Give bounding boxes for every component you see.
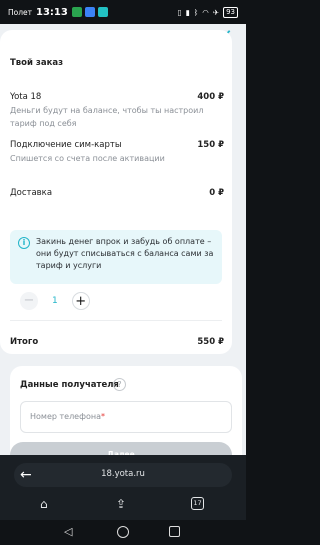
required-mark: * <box>100 412 105 421</box>
order-item: Yota 18 400 ₽ Деньги будут на балансе, ч… <box>10 92 224 130</box>
item-price: 150 ₽ <box>197 140 224 150</box>
quantity-stepper: − 1 + <box>20 292 90 310</box>
info-banner: i Закинь денег впрок и забудь об оплате … <box>10 230 222 284</box>
status-bar: Полет 13:13 ▯ ▮ ᛒ ◠ ✈ 93 <box>0 0 246 24</box>
total-row: Итого 550 ₽ <box>10 337 224 347</box>
status-icons: ▯ ▮ ᛒ ◠ ✈ 93 <box>177 6 238 18</box>
notification-icon <box>84 7 95 17</box>
sim-icon: ▯ <box>177 7 182 17</box>
item-name: Подключение сим-карты <box>10 140 122 150</box>
item-price: 0 ₽ <box>209 188 224 198</box>
notification-icon <box>97 7 108 17</box>
divider <box>10 320 222 321</box>
item-desc: Спишется со счета после активации <box>10 154 165 163</box>
tabs-count[interactable]: 17 <box>191 497 204 510</box>
system-nav-bar: ◁ <box>0 520 246 545</box>
order-title: Твой заказ <box>10 58 64 68</box>
web-content: ✕ Твой заказ Yota 18 400 ₽ Деньги будут … <box>0 24 246 455</box>
item-price: 400 ₽ <box>197 92 224 102</box>
total-value: 550 ₽ <box>197 337 224 347</box>
info-icon: i <box>18 237 30 249</box>
carrier-label: Полет <box>8 7 33 17</box>
nav-home-icon[interactable] <box>117 526 129 538</box>
info-text: Закинь денег впрок и забудь об оплате – … <box>36 237 214 270</box>
bluetooth-icon: ᛒ <box>193 7 199 17</box>
total-label: Итого <box>10 337 39 347</box>
clock: 13:13 <box>36 6 68 18</box>
help-icon[interactable]: ? <box>113 378 126 391</box>
nav-recents-icon[interactable] <box>169 526 180 537</box>
item-desc: Деньги будут на балансе, чтобы ты настро… <box>10 106 204 128</box>
url-text: 18.yota.ru <box>101 469 145 479</box>
next-button[interactable]: Далее <box>10 442 232 455</box>
phone-placeholder: Номер телефона <box>30 412 101 421</box>
notification-icon <box>71 7 82 17</box>
quantity-value: 1 <box>52 296 58 306</box>
order-item: Доставка 0 ₽ <box>10 188 224 198</box>
address-bar[interactable]: ← 18.yota.ru <box>14 463 232 487</box>
recipient-title: Данные получателя <box>20 380 119 390</box>
browser-toolbar: ← 18.yota.ru ⌂ ⇪ 17 <box>0 455 246 520</box>
battery-icon: 93 <box>223 6 238 18</box>
home-icon[interactable]: ⌂ <box>40 497 48 511</box>
increment-button[interactable]: + <box>71 292 90 310</box>
phone-field[interactable]: Номер телефона* <box>20 401 232 433</box>
order-item: Подключение сим-карты 150 ₽ Спишется со … <box>10 140 224 165</box>
item-name: Yota 18 <box>10 92 42 102</box>
airplane-icon: ✈ <box>212 7 220 17</box>
vibrate-icon: ▮ <box>185 7 190 17</box>
wifi-icon: ◠ <box>202 7 209 17</box>
item-name: Доставка <box>10 188 53 198</box>
decrement-button[interactable]: − <box>20 292 38 310</box>
share-icon[interactable]: ⇪ <box>116 497 126 511</box>
order-card: Твой заказ Yota 18 400 ₽ Деньги будут на… <box>0 30 232 354</box>
browser-actions: ⌂ ⇪ 17 <box>0 497 246 515</box>
nav-back-icon[interactable]: ◁ <box>64 525 72 538</box>
